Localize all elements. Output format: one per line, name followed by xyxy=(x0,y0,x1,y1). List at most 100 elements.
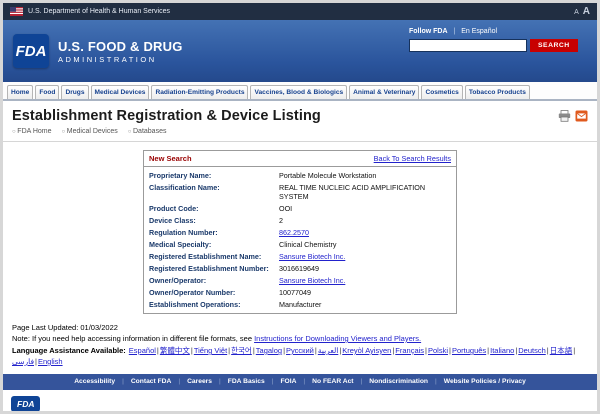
breadcrumb-link[interactable]: Medical Devices xyxy=(61,128,117,135)
field-value: 10077049 xyxy=(279,288,451,297)
footer-link[interactable]: Careers xyxy=(187,378,228,385)
field-value: Clinical Chemistry xyxy=(279,240,451,249)
field-value: OOI xyxy=(279,204,451,213)
field-value: Portable Molecule Workstation xyxy=(279,171,451,180)
nav-tab[interactable]: Animal & Veterinary xyxy=(349,85,419,99)
nav-tab[interactable]: Vaccines, Blood & Biologics xyxy=(250,85,347,99)
format-note: Note: If you need help accessing informa… xyxy=(3,333,597,344)
language-link[interactable]: Русский xyxy=(286,346,318,355)
footer-link[interactable]: FOIA xyxy=(280,378,312,385)
language-link[interactable]: فارسی xyxy=(12,357,38,366)
nav-tab[interactable]: Cosmetics xyxy=(421,85,462,99)
font-size-large[interactable]: A xyxy=(583,6,590,17)
nav-tab[interactable]: Radiation-Emitting Products xyxy=(151,85,248,99)
breadcrumb-link[interactable]: Databases xyxy=(128,128,167,135)
field-label: Classification Name: xyxy=(149,183,279,192)
browser-page: U.S. Department of Health & Human Servic… xyxy=(0,0,600,414)
text-size-controls[interactable]: A A xyxy=(574,6,590,17)
field-label: Medical Specialty: xyxy=(149,240,279,249)
field-label: Registered Establishment Name: xyxy=(149,252,279,261)
footer-logo-row: FDA xyxy=(3,390,597,414)
font-size-small[interactable]: A xyxy=(574,9,579,16)
field-row: Proprietary Name: Portable Molecule Work… xyxy=(144,169,456,181)
nav-tab[interactable]: Tobacco Products xyxy=(465,85,530,99)
search-input[interactable] xyxy=(409,39,527,52)
viewers-players-link[interactable]: Instructions for Downloading Viewers and… xyxy=(254,334,421,343)
field-row: Regulation Number: 862.2570 xyxy=(144,226,456,238)
field-row: Establishment Operations: Manufacturer xyxy=(144,298,456,310)
language-link[interactable]: Português xyxy=(452,346,490,355)
result-box: New Search Back To Search Results Propri… xyxy=(143,150,457,314)
footer-link[interactable]: No FEAR Act xyxy=(312,378,369,385)
field-row: Medical Specialty: Clinical Chemistry xyxy=(144,238,456,250)
field-label: Registered Establishment Number: xyxy=(149,264,279,273)
search-button[interactable]: SEARCH xyxy=(530,39,578,52)
footer-link[interactable]: Website Policies / Privacy xyxy=(444,378,526,385)
language-link[interactable]: 日本語 xyxy=(550,346,576,355)
email-share-icon[interactable] xyxy=(575,110,588,122)
language-link[interactable]: Français xyxy=(395,346,428,355)
device-detail-table: Proprietary Name: Portable Molecule Work… xyxy=(144,167,456,313)
last-updated: Page Last Updated: 01/03/2022 xyxy=(3,320,597,333)
follow-fda-link[interactable]: Follow FDA xyxy=(409,28,448,35)
language-link[interactable]: Tagalog xyxy=(256,346,286,355)
title-actions xyxy=(558,110,588,122)
agency-name-line2: ADMINISTRATION xyxy=(58,55,183,64)
language-link[interactable]: العربية xyxy=(318,346,342,355)
field-row: Registered Establishment Name: Sansure B… xyxy=(144,250,456,262)
breadcrumb-link[interactable]: FDA Home xyxy=(12,128,52,135)
field-row: Product Code: OOI xyxy=(144,202,456,214)
new-search-link[interactable]: New Search xyxy=(149,154,192,163)
nav-tab[interactable]: Food xyxy=(35,85,59,99)
field-value: Manufacturer xyxy=(279,300,451,309)
field-label: Regulation Number: xyxy=(149,228,279,237)
page-title: Establishment Registration & Device List… xyxy=(12,108,321,124)
language-assistance: Language Assistance Available:Español繁體中… xyxy=(3,344,597,372)
language-link[interactable]: Español xyxy=(129,346,160,355)
result-box-header: New Search Back To Search Results xyxy=(144,151,456,167)
field-label: Establishment Operations: xyxy=(149,300,279,309)
header-link-divider: | xyxy=(453,28,455,35)
us-flag-icon xyxy=(10,7,23,16)
language-link[interactable]: Polski xyxy=(428,346,452,355)
language-link[interactable]: Kreyòl Ayisyen xyxy=(342,346,395,355)
fda-footer-logo[interactable]: FDA xyxy=(11,396,40,412)
footer-link[interactable]: Contact FDA xyxy=(131,378,187,385)
field-row: Owner/Operator Number: 10077049 xyxy=(144,286,456,298)
field-row: Device Class: 2 xyxy=(144,214,456,226)
gov-bar: U.S. Department of Health & Human Servic… xyxy=(3,3,597,20)
footer-link[interactable]: Accessibility xyxy=(74,378,131,385)
language-link[interactable]: Italiano xyxy=(490,346,518,355)
language-link[interactable]: 한국어 xyxy=(231,346,256,355)
dept-text: U.S. Department of Health & Human Servic… xyxy=(28,8,170,15)
field-row: Owner/Operator: Sansure Biotech Inc. xyxy=(144,274,456,286)
agency-name-line1: U.S. FOOD & DRUG xyxy=(58,39,183,54)
en-espanol-link[interactable]: En Español xyxy=(461,28,497,35)
nav-tab[interactable]: Medical Devices xyxy=(91,85,150,99)
note-text: Note: If you need help accessing informa… xyxy=(12,334,254,343)
language-link[interactable]: Tiếng Việt xyxy=(194,346,231,355)
language-link[interactable]: English xyxy=(38,357,63,366)
print-icon[interactable] xyxy=(558,110,571,122)
field-value[interactable]: Sansure Biotech Inc. xyxy=(279,252,451,261)
language-link[interactable]: Deutsch xyxy=(518,346,549,355)
field-label: Device Class: xyxy=(149,216,279,225)
title-row: Establishment Registration & Device List… xyxy=(3,101,597,125)
site-header: FDA U.S. FOOD & DRUG ADMINISTRATION Foll… xyxy=(3,20,597,82)
fda-logo[interactable]: FDA xyxy=(13,34,49,68)
nav-tab[interactable]: Home xyxy=(7,85,33,99)
field-label: Owner/Operator Number: xyxy=(149,288,279,297)
field-value[interactable]: 862.2570 xyxy=(279,228,451,237)
back-to-results-link[interactable]: Back To Search Results xyxy=(374,154,451,163)
field-label: Owner/Operator: xyxy=(149,276,279,285)
field-value[interactable]: Sansure Biotech Inc. xyxy=(279,276,451,285)
field-value: REAL TIME NUCLEIC ACID AMPLIFICATION SYS… xyxy=(279,183,451,201)
language-link[interactable]: 繁體中文 xyxy=(160,346,194,355)
field-label: Proprietary Name: xyxy=(149,171,279,180)
field-value: 3016619649 xyxy=(279,264,451,273)
footer-link[interactable]: Nondiscrimination xyxy=(369,378,443,385)
main-nav: Home Food Drugs Medical Devices Radiatio… xyxy=(3,82,597,101)
footer-link[interactable]: FDA Basics xyxy=(228,378,281,385)
header-utilities: Follow FDA | En Español SEARCH xyxy=(409,28,587,52)
nav-tab[interactable]: Drugs xyxy=(61,85,88,99)
